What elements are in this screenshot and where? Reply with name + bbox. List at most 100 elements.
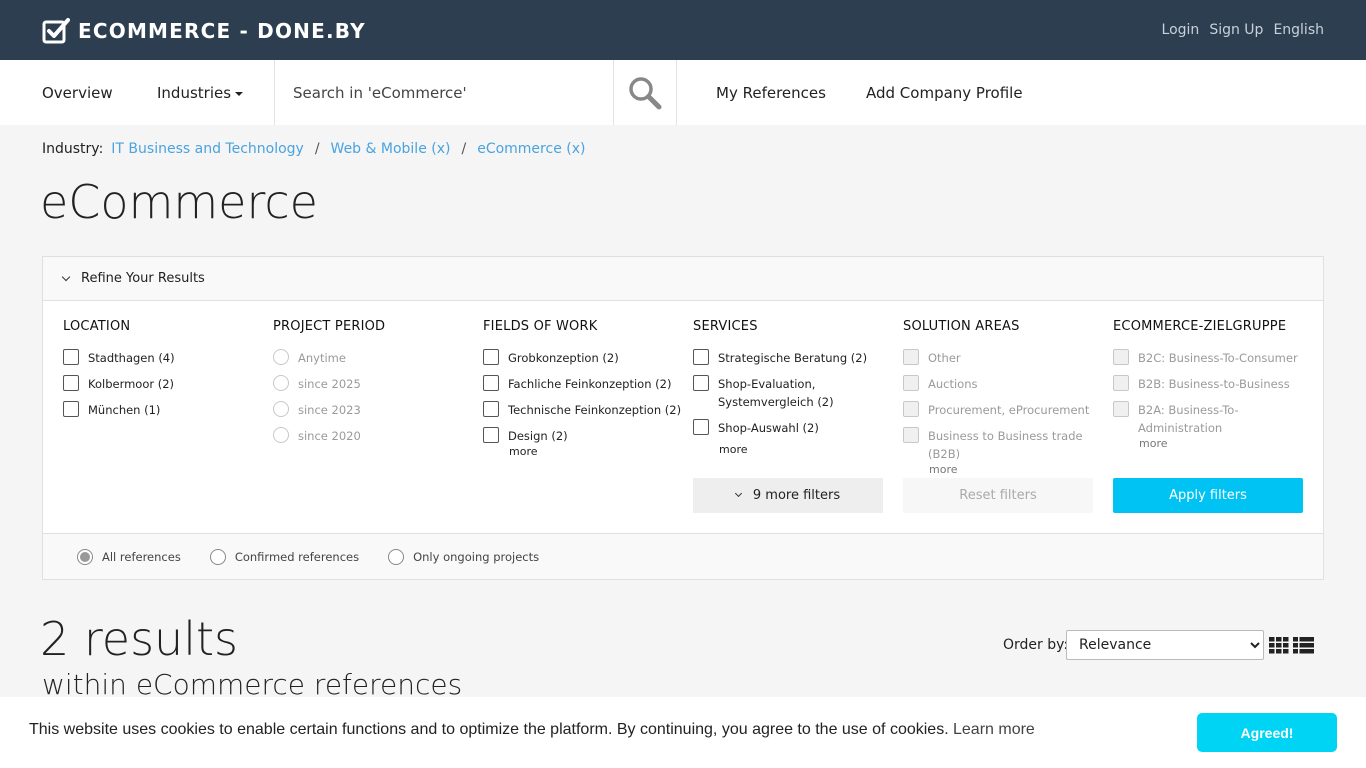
filter-option[interactable]: Kolbermoor (2) xyxy=(63,375,273,393)
filter-option[interactable]: since 2025 xyxy=(273,375,483,393)
filter-option-label: B2A: Business-To-Administration xyxy=(1138,403,1239,435)
filter-option-label: Kolbermoor (2) xyxy=(88,377,175,391)
reference-type-option[interactable]: Confirmed references xyxy=(209,548,360,565)
more-link[interactable]: more xyxy=(509,445,693,458)
filter-option[interactable]: Business to Business trade (B2B) xyxy=(903,427,1113,463)
breadcrumb-item[interactable]: eCommerce (x) xyxy=(477,141,585,157)
radio-button[interactable] xyxy=(273,427,289,443)
list-view-icon[interactable] xyxy=(1293,637,1314,654)
nav-my-references[interactable]: My References xyxy=(716,84,826,102)
filter-option[interactable]: Technische Feinkonzeption (2) xyxy=(483,401,693,419)
top-nav: Login Sign Up English xyxy=(1162,22,1324,38)
more-link[interactable]: more xyxy=(1139,437,1323,450)
reference-type-option[interactable]: Only ongoing projects xyxy=(388,548,539,565)
radio-button[interactable] xyxy=(388,548,405,565)
reset-filters-button[interactable]: Reset filters xyxy=(903,478,1093,513)
checkbox[interactable] xyxy=(903,401,919,417)
filter-option-label: München (1) xyxy=(88,403,161,417)
radio-button[interactable] xyxy=(273,375,289,391)
filter-option[interactable]: Procurement, eProcurement xyxy=(903,401,1113,419)
checkbox-logo-icon xyxy=(42,18,70,44)
filter-column-title: SERVICES xyxy=(693,319,758,334)
search-button[interactable] xyxy=(614,60,677,125)
reference-type-label: Confirmed references xyxy=(234,549,360,564)
filter-option[interactable]: Other xyxy=(903,349,1113,367)
checkbox[interactable] xyxy=(63,401,79,417)
checkbox[interactable] xyxy=(483,375,499,391)
cookie-text: This website uses cookies to enable cert… xyxy=(29,721,949,738)
checkbox[interactable] xyxy=(63,375,79,391)
checkbox[interactable] xyxy=(1113,375,1129,391)
language-link[interactable]: English xyxy=(1273,22,1324,38)
filter-column-fields-of-work: FIELDS OF WORK Grobkonzeption (2) Fachli… xyxy=(483,319,693,476)
filter-option[interactable]: Auctions xyxy=(903,375,1113,393)
filter-option[interactable]: since 2023 xyxy=(273,401,483,419)
checkbox[interactable] xyxy=(693,419,709,435)
checkbox[interactable] xyxy=(1113,349,1129,365)
filter-option-label: Grobkonzeption (2) xyxy=(508,351,619,365)
filter-option[interactable]: B2B: Business-to-Business xyxy=(1113,375,1323,393)
nav-overview[interactable]: Overview xyxy=(42,84,113,102)
filter-option[interactable]: B2A: Business-To-Administration xyxy=(1113,401,1293,437)
filter-column-title: SOLUTION AREAS xyxy=(903,319,1020,334)
cookie-learn-more-link[interactable]: Learn more xyxy=(953,721,1035,739)
order-by-select[interactable]: Relevance xyxy=(1066,630,1264,660)
filter-option[interactable]: Shop-Auswahl (2) xyxy=(693,419,903,437)
search-input[interactable] xyxy=(275,60,613,125)
filter-option[interactable]: Stadthagen (4) xyxy=(63,349,273,367)
checkbox[interactable] xyxy=(693,375,709,391)
radio-button[interactable] xyxy=(209,548,226,565)
radio-button[interactable] xyxy=(273,349,289,365)
refine-results-toggle[interactable]: Refine Your Results xyxy=(43,257,1323,301)
filter-option-label: since 2020 xyxy=(298,429,361,443)
signup-link[interactable]: Sign Up xyxy=(1209,22,1263,38)
checkbox[interactable] xyxy=(483,427,499,443)
filter-option[interactable]: Design (2) xyxy=(483,427,693,445)
checkbox[interactable] xyxy=(483,349,499,365)
radio-button[interactable] xyxy=(273,401,289,417)
filter-option-label: B2B: Business-to-Business xyxy=(1138,377,1290,391)
brand-logo[interactable]: ECOMMERCE - DONE.BY xyxy=(42,17,366,45)
login-link[interactable]: Login xyxy=(1162,22,1200,38)
radio-button-selected[interactable] xyxy=(77,548,93,565)
filter-option[interactable]: Fachliche Feinkonzeption (2) xyxy=(483,375,693,393)
filter-option[interactable]: since 2020 xyxy=(273,427,483,445)
more-link[interactable]: more xyxy=(929,463,1113,476)
more-filters-button[interactable]: 9 more filters xyxy=(693,478,883,513)
filter-option[interactable]: Strategische Beratung (2) xyxy=(693,349,903,367)
breadcrumb-item[interactable]: Web & Mobile (x) xyxy=(331,141,451,157)
filter-option-label: Fachliche Feinkonzeption (2) xyxy=(508,377,672,391)
filter-option-label: Technische Feinkonzeption (2) xyxy=(508,403,682,417)
filter-column-services: SERVICES Strategische Beratung (2) Shop-… xyxy=(693,319,903,476)
filter-option[interactable]: Anytime xyxy=(273,349,483,367)
more-link[interactable]: more xyxy=(719,443,903,456)
top-bar: ECOMMERCE - DONE.BY Login Sign Up Englis… xyxy=(0,0,1366,60)
filter-option[interactable]: Shop-Evaluation, Systemvergleich (2) xyxy=(693,375,873,411)
filter-option-label: Business to Business trade (B2B) xyxy=(928,429,1083,461)
checkbox[interactable] xyxy=(693,349,709,365)
filter-option[interactable]: München (1) xyxy=(63,401,273,419)
nav-industries-dropdown[interactable]: Industries xyxy=(157,84,244,102)
filter-option-label: Strategische Beratung (2) xyxy=(718,351,868,365)
cookie-accept-button[interactable]: Agreed! xyxy=(1197,713,1337,752)
checkbox[interactable] xyxy=(903,349,919,365)
more-filters-label: 9 more filters xyxy=(752,488,841,503)
filter-option-label: since 2025 xyxy=(298,377,361,391)
apply-filters-button[interactable]: Apply filters xyxy=(1113,478,1303,513)
breadcrumb-separator: / xyxy=(461,141,467,157)
filter-option-label: Shop-Evaluation, Systemvergleich (2) xyxy=(718,377,834,409)
checkbox[interactable] xyxy=(483,401,499,417)
filter-column-title: LOCATION xyxy=(63,319,131,334)
chevron-down-icon xyxy=(734,489,742,498)
checkbox[interactable] xyxy=(903,427,919,443)
checkbox[interactable] xyxy=(63,349,79,365)
nav-add-company-profile[interactable]: Add Company Profile xyxy=(866,84,1023,102)
reference-type-option[interactable]: All references xyxy=(77,548,181,565)
checkbox[interactable] xyxy=(1113,401,1129,417)
search-icon xyxy=(629,76,662,109)
checkbox[interactable] xyxy=(903,375,919,391)
filter-option[interactable]: B2C: Business-To-Consumer xyxy=(1113,349,1323,367)
grid-view-icon[interactable] xyxy=(1269,637,1289,654)
filter-option[interactable]: Grobkonzeption (2) xyxy=(483,349,693,367)
breadcrumb-item[interactable]: IT Business and Technology xyxy=(111,141,304,157)
